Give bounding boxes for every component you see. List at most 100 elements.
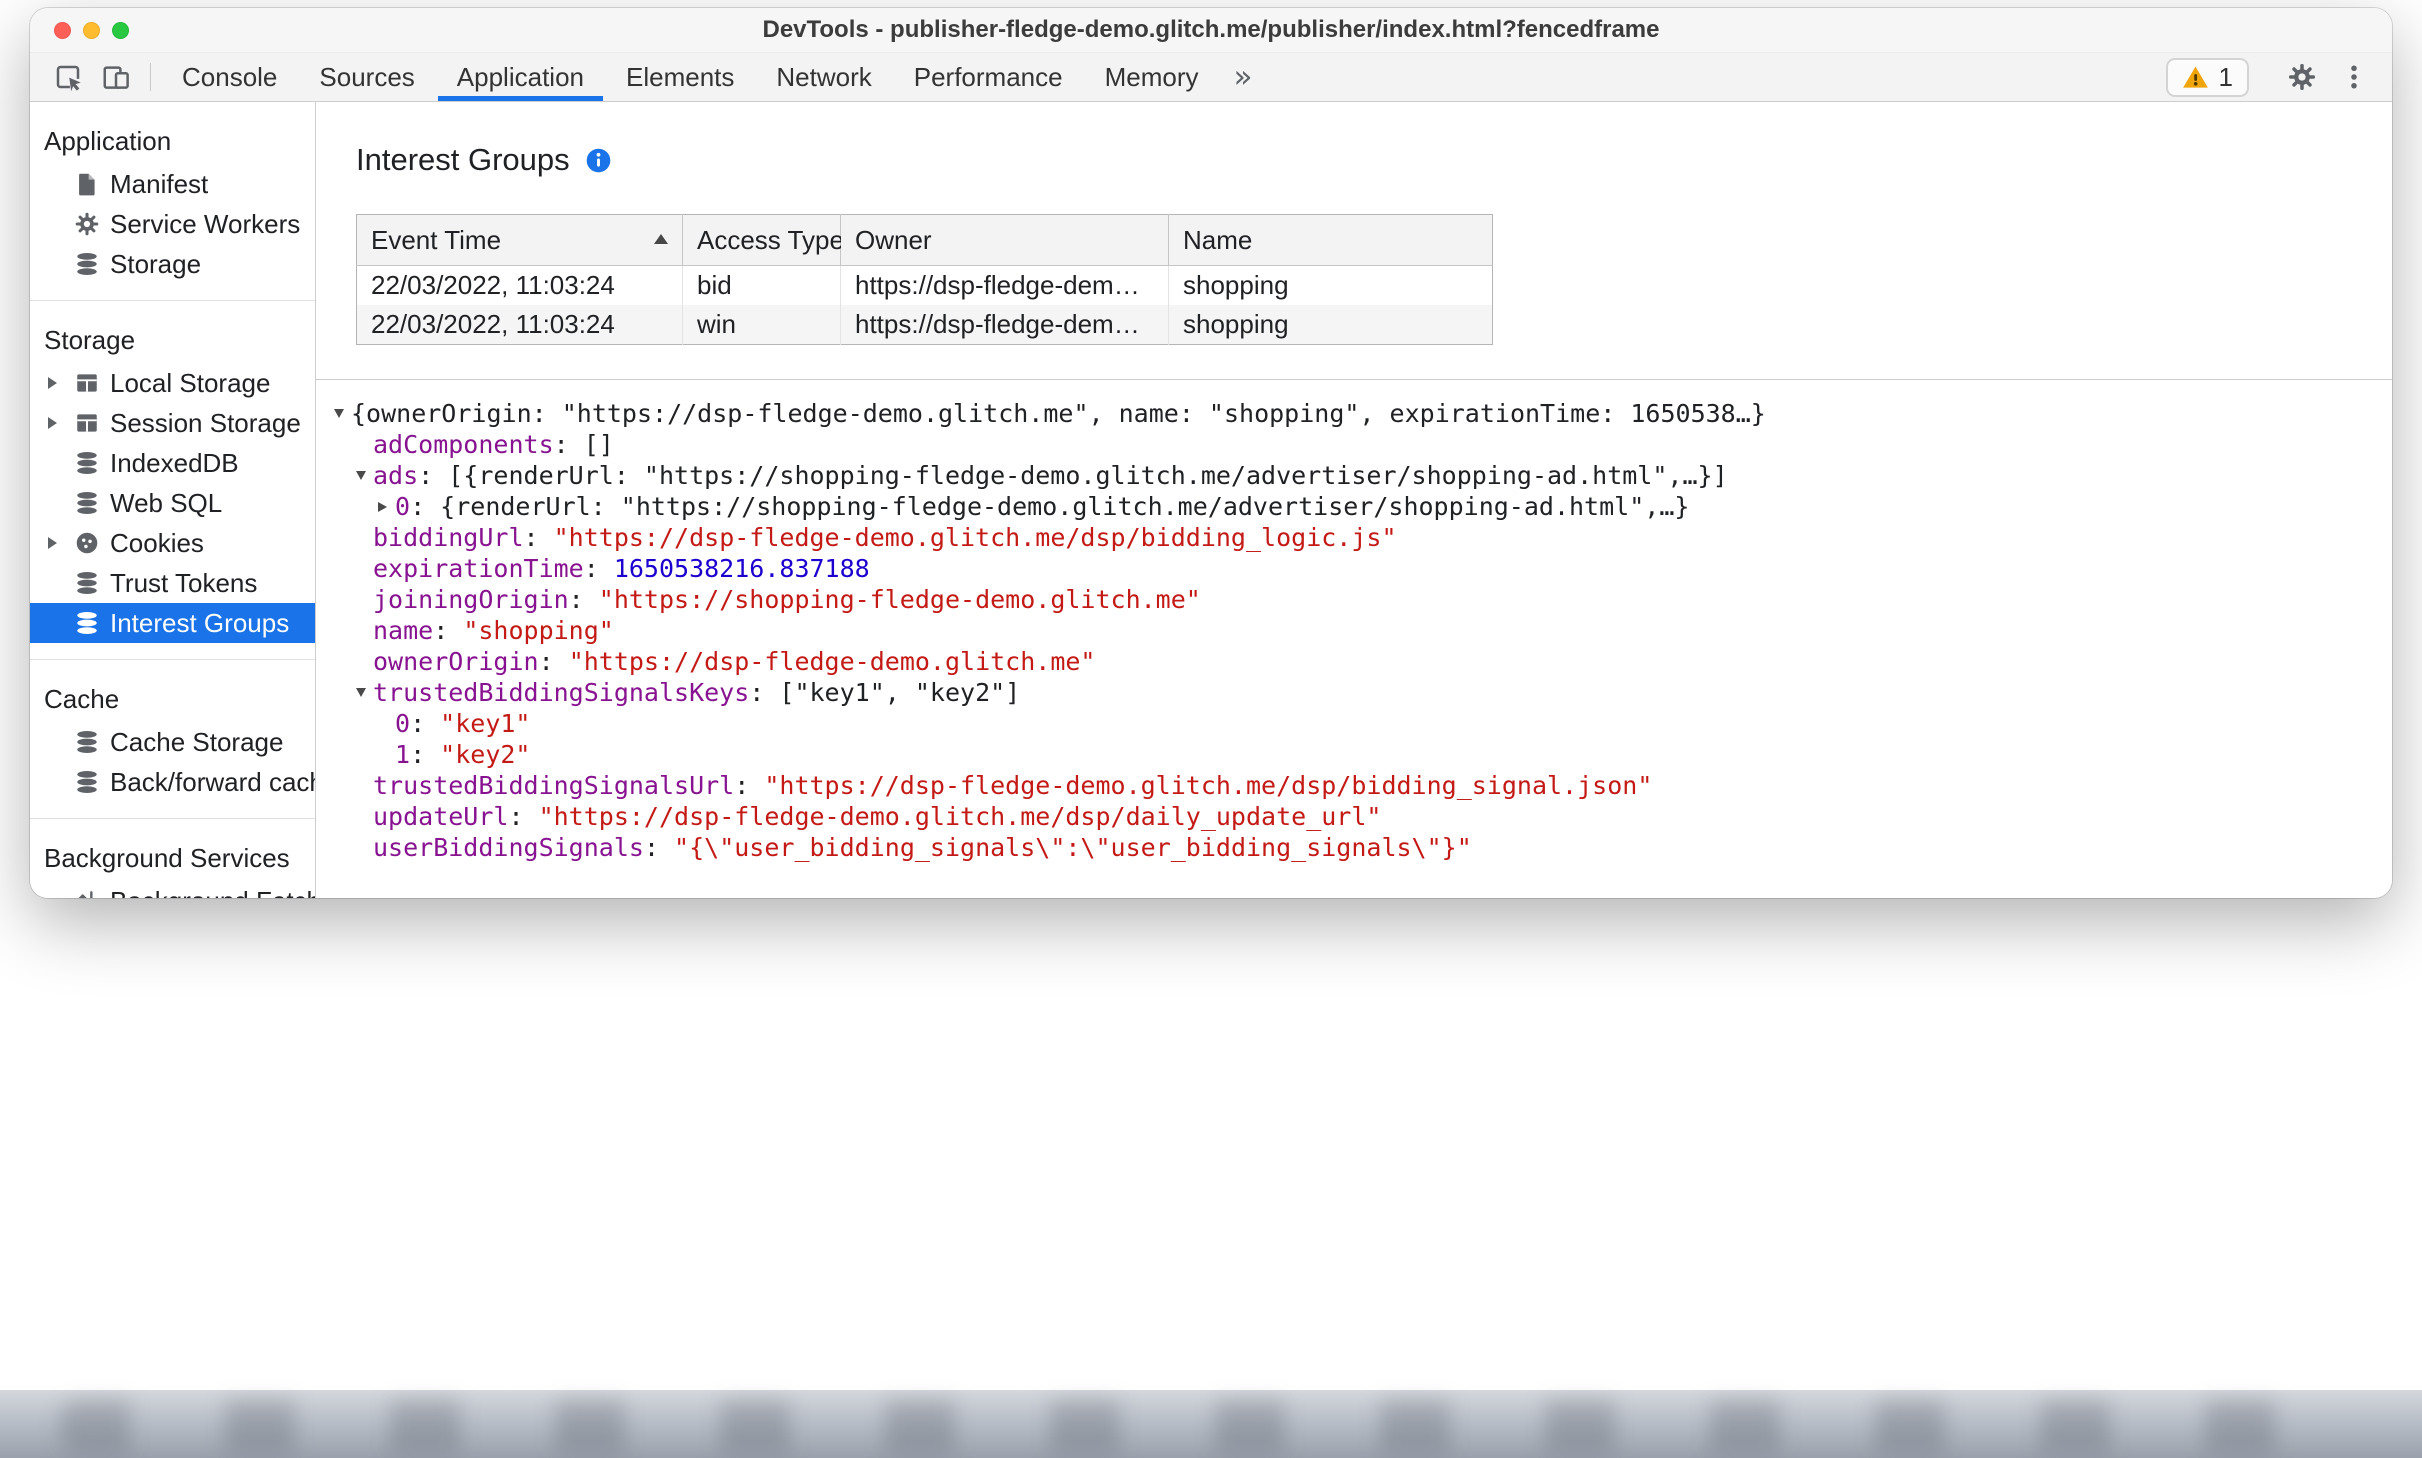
sidebar-item-manifest[interactable]: Manifest [30, 164, 315, 204]
warning-icon [2182, 64, 2209, 91]
tree-expander-closed-icon[interactable] [378, 501, 395, 512]
sidebar-section-application: Application Manifest Service Workers Storag… [30, 102, 315, 301]
tree-row[interactable]: expirationTime: 1650538216.837188 [334, 553, 2392, 584]
sidebar-item-web-sql[interactable]: Web SQL [30, 483, 315, 523]
minimize-window-button[interactable] [83, 21, 100, 39]
column-header-event-time[interactable]: Event Time [356, 214, 683, 266]
tree-expander-open-icon[interactable] [334, 409, 351, 418]
tab-sources[interactable]: Sources [298, 53, 435, 101]
database-icon [74, 729, 100, 755]
sidebar-item-back-forward-cach[interactable]: Back/forward cach [30, 762, 315, 802]
tree-expander-open-icon[interactable] [356, 471, 373, 480]
interest-groups-panel: Interest Groups Event Time Access Type Own… [316, 102, 2392, 898]
tab-network[interactable]: Network [755, 53, 892, 101]
sidebar-item-label: Background Fetch [110, 886, 315, 899]
tree-text: : [410, 709, 441, 738]
info-icon[interactable] [585, 147, 612, 174]
cell-access-type: win [682, 305, 841, 345]
tab-console[interactable]: Console [161, 53, 298, 101]
tree-text: : [538, 647, 569, 676]
table-header-row: Event Time Access Type Owner Name [356, 214, 1493, 266]
menu-button[interactable] [2330, 62, 2378, 92]
tree-key: ownerOrigin [373, 647, 539, 676]
window-controls [54, 8, 129, 52]
gear-icon [2287, 62, 2317, 92]
tree-row[interactable]: ads: [{renderUrl: "https://shopping-fled… [334, 460, 2392, 491]
tree-row[interactable]: updateUrl: "https://dsp-fledge-demo.glit… [334, 801, 2392, 832]
sidebar-section-header: Storage [44, 325, 136, 355]
expand-arrow-icon[interactable] [48, 417, 74, 429]
tree-row[interactable]: biddingUrl: "https://dsp-fledge-demo.gli… [334, 522, 2392, 553]
tree-text: : [583, 554, 614, 583]
issues-count: 1 [2218, 61, 2233, 92]
tree-key: trustedBiddingSignalsKeys [373, 678, 750, 707]
tree-row[interactable]: 0: "key1" [334, 708, 2392, 739]
tab-memory[interactable]: Memory [1084, 53, 1220, 101]
sidebar-item-storage[interactable]: Storage [30, 244, 315, 284]
sidebar-item-label: Cookies [110, 527, 204, 558]
tab-elements[interactable]: Elements [605, 53, 755, 101]
tree-key: ads [373, 461, 419, 490]
tab-performance[interactable]: Performance [893, 53, 1084, 101]
device-toolbar-button[interactable] [92, 53, 140, 101]
cell-name: shopping [1168, 305, 1493, 345]
inspect-element-button[interactable] [44, 53, 92, 101]
tree-row[interactable]: trustedBiddingSignalsUrl: "https://dsp-f… [334, 770, 2392, 801]
sidebar-item-label: Back/forward cach [110, 766, 315, 797]
sidebar-item-label: Local Storage [110, 367, 271, 398]
close-window-button[interactable] [54, 21, 71, 39]
sidebar-section-header: Cache [44, 684, 120, 714]
tree-key: 1 [395, 740, 411, 769]
inspect-cursor-icon [53, 62, 83, 92]
sidebar-item-trust-tokens[interactable]: Trust Tokens [30, 563, 315, 603]
device-toolbar-icon [101, 62, 131, 92]
database-icon [74, 450, 100, 476]
panel-header-section: Interest Groups Event Time Access Type Own… [316, 102, 2392, 380]
sidebar-item-background-fetch[interactable]: Background Fetch [30, 881, 315, 898]
sidebar-section-storage: Storage Local Storage Session Storage Index… [30, 301, 315, 660]
tree-row[interactable]: adComponents: [] [334, 429, 2392, 460]
tree-row[interactable]: trustedBiddingSignalsKeys: ["key1", "key… [334, 677, 2392, 708]
tree-row[interactable]: 1: "key2" [334, 739, 2392, 770]
more-tabs-button[interactable]: » [1220, 53, 1267, 101]
tree-string-value: "key2" [440, 740, 531, 769]
tree-row[interactable]: joiningOrigin: "https://shopping-fledge-… [334, 584, 2392, 615]
sidebar-item-label: Storage [110, 248, 202, 279]
database-icon [74, 610, 100, 636]
sidebar-item-cache-storage[interactable]: Cache Storage [30, 722, 315, 762]
database-icon [74, 769, 100, 795]
window-title: DevTools - publisher-fledge-demo.glitch.… [762, 16, 1660, 43]
database-icon [74, 570, 100, 596]
expand-arrow-icon[interactable] [48, 537, 74, 549]
tree-row[interactable]: 0: {renderUrl: "https://shopping-fledge-… [334, 491, 2392, 522]
sidebar-item-interest-groups[interactable]: Interest Groups [30, 603, 315, 643]
table-row[interactable]: 22/03/2022, 11:03:24 bid https://dsp-fledg… [356, 265, 1493, 305]
sidebar-item-service-workers[interactable]: Service Workers [30, 204, 315, 244]
tree-row[interactable]: {ownerOrigin: "https://dsp-fledge-demo.g… [334, 398, 2392, 429]
tab-application[interactable]: Application [436, 53, 605, 101]
application-sidebar: Application Manifest Service Workers Storag… [30, 102, 316, 898]
sidebar-item-session-storage[interactable]: Session Storage [30, 403, 315, 443]
column-header-name[interactable]: Name [1168, 214, 1493, 266]
tree-row[interactable]: ownerOrigin: "https://dsp-fledge-demo.gl… [334, 646, 2392, 677]
tree-key: biddingUrl [373, 523, 524, 552]
sidebar-item-cookies[interactable]: Cookies [30, 523, 315, 563]
column-header-owner[interactable]: Owner [840, 214, 1169, 266]
zoom-window-button[interactable] [112, 21, 129, 39]
issues-badge[interactable]: 1 [2165, 57, 2249, 97]
devtools-main: Application Manifest Service Workers Storag… [30, 102, 2392, 898]
cell-access-type: bid [682, 265, 841, 305]
column-header-access-type[interactable]: Access Type [682, 214, 844, 266]
settings-button[interactable] [2278, 62, 2326, 92]
tree-key: trustedBiddingSignalsUrl [373, 771, 735, 800]
expand-arrow-icon[interactable] [48, 377, 74, 389]
title-bar[interactable]: DevTools - publisher-fledge-demo.glitch.… [30, 8, 2392, 53]
tree-row[interactable]: userBiddingSignals: "{\"user_bidding_sig… [334, 832, 2392, 863]
sidebar-item-local-storage[interactable]: Local Storage [30, 363, 315, 403]
tree-row[interactable]: name: "shopping" [334, 615, 2392, 646]
tree-key: joiningOrigin [373, 585, 569, 614]
table-row[interactable]: 22/03/2022, 11:03:24 win https://dsp-fledg… [356, 305, 1493, 345]
sidebar-item-indexeddb[interactable]: IndexedDB [30, 443, 315, 483]
tree-string-value: "https://dsp-fledge-demo.glitch.me/dsp/b… [764, 771, 1653, 800]
tree-expander-open-icon[interactable] [356, 688, 373, 697]
